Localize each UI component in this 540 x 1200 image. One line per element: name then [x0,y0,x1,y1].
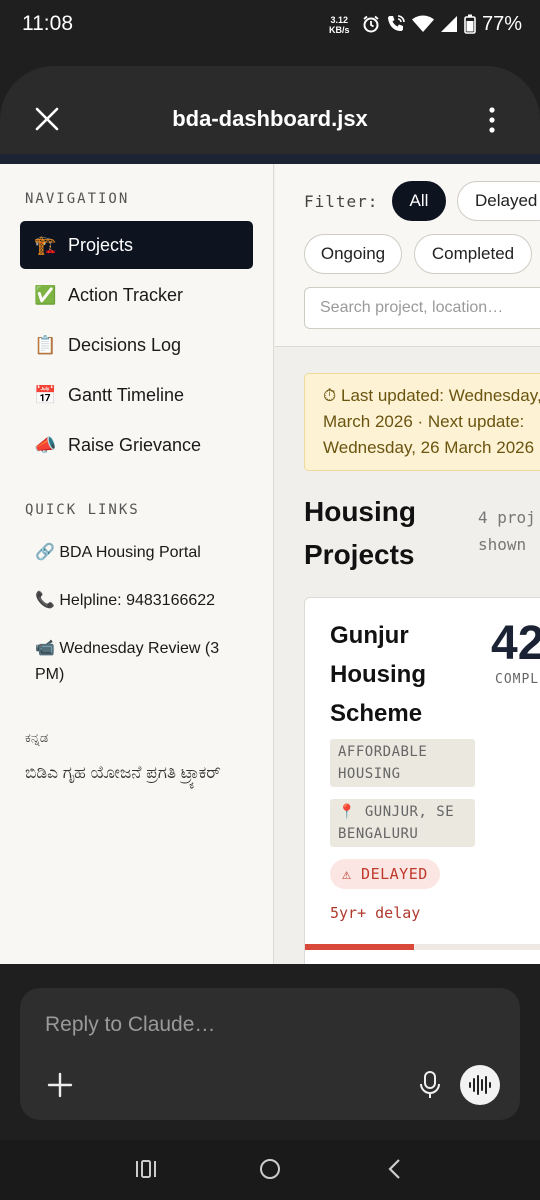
quick-links-heading: QUICK LINKS [25,502,140,518]
artifact-title: bda-dashboard.jsx [172,106,368,131]
voice-mode-button[interactable] [460,1065,500,1105]
clipboard-icon: 📋 [34,334,57,356]
search-input[interactable]: Search project, location… [304,287,540,329]
sidebar-item-decisions-log[interactable]: 📋 Decisions Log [20,321,253,369]
sidebar-item-label: Gantt Timeline [68,384,185,405]
progress-fill [305,944,415,950]
battery-level: 77% [482,13,523,35]
completion-percent: 42 [491,617,540,670]
status-bar: 11:08 3.12 KB/s 77% [0,0,540,52]
location-tag: 📍 GUNJUR, SE BENGALURU [330,799,475,847]
kannada-heading: ಕನ್ನಡ [25,730,49,745]
reply-placeholder: Reply to Claude… [45,1013,216,1036]
home-icon[interactable] [259,1158,281,1180]
sidebar-item-action-tracker[interactable]: ✅ Action Tracker [20,271,253,319]
artifact-preview: NAVIGATION 🏗️ Projects ✅ Action Tracker … [0,164,540,964]
waveform-icon [469,1075,491,1095]
delay-note: 5yr+ delay [330,904,421,922]
sidebar-item-label: Projects [68,234,134,255]
sidebar-item-gantt-timeline[interactable]: 📅 Gantt Timeline [20,371,253,419]
nav-heading: NAVIGATION [25,191,130,207]
sidebar-item-label: Decisions Log [68,334,182,355]
add-attachment-icon[interactable] [46,1071,74,1099]
check-icon: ✅ [34,284,57,306]
kannada-tagline: ಬಿಡಿಎ ಗೃಹ ಯೋಜನೆ ಪ್ರಗತಿ ಟ್ರ್ಯಾಕರ್ [25,763,221,782]
sidebar: NAVIGATION 🏗️ Projects ✅ Action Tracker … [0,164,274,964]
battery-icon [464,14,476,34]
sidebar-item-label: Raise Grievance [68,434,202,455]
main-panel: Filter: All Delayed Ongoing Completed Se… [275,164,540,964]
section-title: Housing Projects [304,496,416,570]
quick-link-housing-portal[interactable]: 🔗 BDA Housing Portal [35,540,255,566]
filter-bar: Filter: All Delayed Ongoing Completed Se… [275,164,540,347]
status-badge: ⚠ DELAYED [330,859,440,889]
wifi-calling-icon [388,15,405,31]
sidebar-item-label: Action Tracker [68,284,184,305]
reply-input[interactable] [20,988,520,1120]
network-speed: 3.12 KB/s [329,15,350,35]
update-notice: ⏱ Last updated: Wednesday, March 2026 · … [304,373,540,471]
sidebar-item-raise-grievance[interactable]: 📣 Raise Grievance [20,421,253,469]
more-options-icon[interactable] [484,106,500,134]
filter-chip-ongoing[interactable]: Ongoing [304,234,402,274]
status-icons [362,14,476,34]
signal-icon [441,16,457,32]
project-card[interactable]: Gunjur Housing Scheme 42 COMPL AFFORDABL… [304,597,540,964]
project-name: Gunjur Housing Scheme [330,622,426,727]
microphone-icon[interactable] [418,1070,442,1100]
recent-apps-icon[interactable] [135,1158,157,1180]
filter-chip-delayed[interactable]: Delayed [457,181,540,221]
system-nav-bar [0,1140,540,1200]
sidebar-item-projects[interactable]: 🏗️ Projects [20,221,253,269]
quick-link-helpline[interactable]: 📞 Helpline: 9483166622 [35,588,255,614]
completion-label: COMPL [495,672,540,687]
clock: 11:08 [22,12,73,35]
filter-label: Filter: [304,192,379,211]
project-count: 4 proj shown [478,508,536,554]
back-icon[interactable] [385,1158,403,1180]
calendar-icon: 📅 [34,384,57,406]
filter-chip-all[interactable]: All [392,181,446,221]
alarm-icon [363,15,379,33]
filter-chip-completed[interactable]: Completed [414,234,532,274]
progress-bar [305,944,540,950]
category-tag: AFFORDABLE HOUSING [330,739,475,787]
quick-link-wednesday-review[interactable]: 📹 Wednesday Review (3 PM) [35,636,245,688]
wifi-icon [412,15,434,32]
app-top-bar [0,154,540,164]
construction-icon: 🏗️ [34,234,57,256]
megaphone-icon: 📣 [34,434,57,456]
